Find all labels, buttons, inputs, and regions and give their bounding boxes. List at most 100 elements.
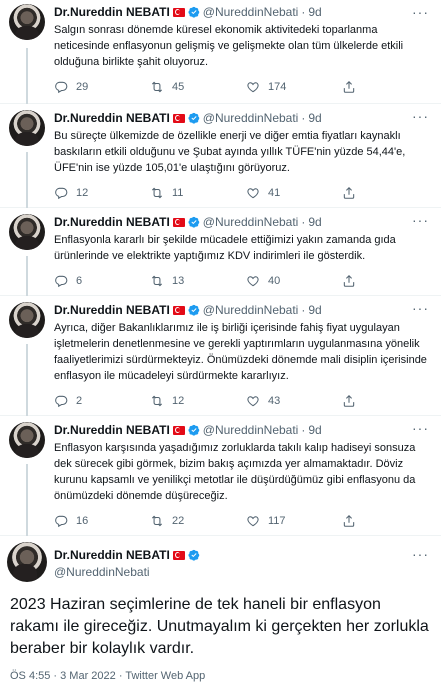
reply-count: 16 xyxy=(76,515,89,527)
tweet-time[interactable]: 9d xyxy=(308,302,321,318)
reply-icon xyxy=(55,81,68,94)
avatar[interactable] xyxy=(9,4,45,40)
author-name[interactable]: Dr.Nureddin NEBATI xyxy=(54,547,170,563)
share-icon xyxy=(343,187,355,199)
separator-dot: · xyxy=(301,215,306,229)
retweet-icon xyxy=(151,81,163,93)
tweet-time[interactable]: 9d xyxy=(308,422,321,438)
tweet-time[interactable]: 9d xyxy=(308,110,321,126)
author-handle[interactable]: @NureddinNebati xyxy=(203,214,299,230)
like-icon xyxy=(247,276,259,287)
retweet-button[interactable]: 12 xyxy=(150,394,246,408)
share-icon xyxy=(343,395,355,407)
retweet-icon xyxy=(151,395,163,407)
more-icon[interactable]: ··· xyxy=(412,546,429,562)
like-button[interactable]: 174 xyxy=(246,80,342,94)
author-name[interactable]: Dr.Nureddin NEBATI xyxy=(54,302,170,318)
retweet-button[interactable]: 13 xyxy=(150,274,246,288)
more-icon[interactable]: ··· xyxy=(412,4,429,20)
like-count: 43 xyxy=(268,395,281,407)
retweet-count: 11 xyxy=(172,187,184,199)
more-icon[interactable]: ··· xyxy=(412,212,429,228)
turkey-flag-icon xyxy=(172,113,185,123)
retweet-icon xyxy=(151,187,163,199)
reply-icon xyxy=(55,275,68,288)
thread-line xyxy=(26,344,28,416)
share-button[interactable] xyxy=(342,394,364,408)
reply-button[interactable]: 6 xyxy=(54,274,150,288)
more-icon[interactable]: ··· xyxy=(412,420,429,436)
author-name[interactable]: Dr.Nureddin NEBATI xyxy=(54,4,170,20)
retweet-button[interactable]: 45 xyxy=(150,80,246,94)
turkey-flag-icon xyxy=(172,305,185,315)
separator-dot: · xyxy=(301,5,306,19)
share-button[interactable] xyxy=(342,186,364,200)
thread-tweet[interactable]: Dr.Nureddin NEBATI @NureddinNebati · 9d … xyxy=(0,296,441,416)
like-button[interactable]: 117 xyxy=(246,514,342,528)
avatar[interactable] xyxy=(9,302,45,338)
reply-button[interactable]: 2 xyxy=(54,394,150,408)
author-name[interactable]: Dr.Nureddin NEBATI xyxy=(54,110,170,126)
like-icon xyxy=(247,396,259,407)
like-count: 174 xyxy=(268,81,287,93)
reply-count: 12 xyxy=(76,187,89,199)
author-handle[interactable]: @NureddinNebati xyxy=(54,565,203,579)
reply-icon xyxy=(55,187,68,200)
turkey-flag-icon xyxy=(172,550,185,560)
tweet-text: Bu süreçte ülkemizde de özellikle enerji… xyxy=(54,130,406,174)
tweet-time[interactable]: 9d xyxy=(308,4,321,20)
reply-button[interactable]: 12 xyxy=(54,186,150,200)
author-handle[interactable]: @NureddinNebati xyxy=(203,302,299,318)
thread-tweet[interactable]: Dr.Nureddin NEBATI @NureddinNebati · 9d … xyxy=(0,104,441,208)
share-button[interactable] xyxy=(342,274,364,288)
reply-icon xyxy=(55,515,68,528)
share-icon xyxy=(343,515,355,527)
thread-line xyxy=(26,48,28,104)
tweet-actions: 29 45 174 xyxy=(54,76,431,98)
author-handle[interactable]: @NureddinNebati xyxy=(203,422,299,438)
tweet-timestamp[interactable]: ÖS 4:55 · 3 Mar 2022 · Twitter Web App xyxy=(0,660,441,686)
thread-tweet[interactable]: Dr.Nureddin NEBATI @NureddinNebati · 9d … xyxy=(0,208,441,296)
like-icon xyxy=(247,82,259,93)
turkey-flag-icon xyxy=(172,425,185,435)
share-button[interactable] xyxy=(342,514,364,528)
tweet-time[interactable]: 9d xyxy=(308,214,321,230)
reply-button[interactable]: 16 xyxy=(54,514,150,528)
author-name[interactable]: Dr.Nureddin NEBATI xyxy=(54,214,170,230)
thread-line xyxy=(26,152,28,208)
reply-button[interactable]: 29 xyxy=(54,80,150,94)
like-button[interactable]: 41 xyxy=(246,186,342,200)
more-icon[interactable]: ··· xyxy=(412,300,429,316)
thread-line xyxy=(26,464,28,536)
like-button[interactable]: 43 xyxy=(246,394,342,408)
separator-dot: · xyxy=(301,111,306,125)
thread-tweet[interactable]: Dr.Nureddin NEBATI @NureddinNebati · 9d … xyxy=(0,0,441,104)
tweet-actions: 6 13 40 xyxy=(54,270,431,292)
retweet-count: 45 xyxy=(172,81,185,93)
verified-badge-icon xyxy=(188,424,200,436)
verified-badge-icon xyxy=(188,216,200,228)
tweet-text: Salgın sonrası dönemde küresel ekonomik … xyxy=(54,24,404,68)
avatar[interactable] xyxy=(9,214,45,250)
tweet-text: Ayrıca, diğer Bakanlıklarımız ile iş bir… xyxy=(54,322,427,382)
thread-tweet[interactable]: Dr.Nureddin NEBATI @NureddinNebati · 9d … xyxy=(0,416,441,536)
retweet-button[interactable]: 22 xyxy=(150,514,246,528)
retweet-count: 22 xyxy=(172,515,185,527)
retweet-icon xyxy=(151,275,163,287)
tweet-text: Enflasyon karşısında yaşadığımız zorlukl… xyxy=(54,442,416,502)
avatar[interactable] xyxy=(7,542,47,582)
retweet-button[interactable]: 11 xyxy=(150,186,246,200)
more-icon[interactable]: ··· xyxy=(412,108,429,124)
verified-badge-icon xyxy=(188,549,200,561)
avatar[interactable] xyxy=(9,422,45,458)
like-count: 40 xyxy=(268,275,281,287)
tweet-actions: 2 12 43 xyxy=(54,390,431,412)
retweet-count: 13 xyxy=(172,275,185,287)
reply-icon xyxy=(55,395,68,408)
avatar[interactable] xyxy=(9,110,45,146)
author-handle[interactable]: @NureddinNebati xyxy=(203,110,299,126)
author-handle[interactable]: @NureddinNebati xyxy=(203,4,299,20)
share-button[interactable] xyxy=(342,80,364,94)
like-button[interactable]: 40 xyxy=(246,274,342,288)
author-name[interactable]: Dr.Nureddin NEBATI xyxy=(54,422,170,438)
